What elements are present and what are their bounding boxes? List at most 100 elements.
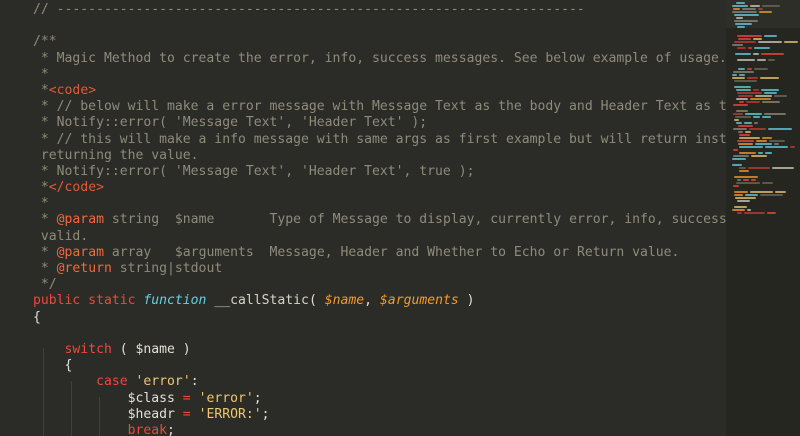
minimap-line bbox=[738, 38, 751, 40]
minimap-line bbox=[738, 125, 753, 127]
code-lines[interactable]: // -------------------------------------… bbox=[0, 2, 726, 436]
code-line[interactable] bbox=[0, 326, 726, 342]
code-line[interactable]: * Magic Method to create the error, info… bbox=[0, 51, 726, 67]
code-token: $headr bbox=[33, 406, 183, 422]
minimap-line bbox=[765, 152, 772, 154]
code-line[interactable]: $class = 'error'; bbox=[0, 391, 726, 407]
minimap-line bbox=[737, 59, 755, 61]
minimap-line bbox=[733, 155, 749, 157]
code-line[interactable]: break; bbox=[0, 423, 726, 436]
minimap-line bbox=[750, 5, 760, 7]
minimap-line bbox=[733, 185, 739, 187]
code-line[interactable]: * Notify::error( 'Message Text', 'Header… bbox=[0, 164, 726, 180]
code-token: 'ERROR:' bbox=[198, 406, 262, 422]
code-token: switch bbox=[64, 341, 112, 357]
minimap-line bbox=[734, 119, 739, 121]
minimap-line bbox=[732, 11, 757, 13]
code-token: string|stdout bbox=[111, 261, 223, 276]
code-line[interactable]: // -------------------------------------… bbox=[0, 2, 726, 18]
minimap-line bbox=[760, 77, 779, 79]
minimap-line bbox=[735, 23, 752, 25]
code-line[interactable]: * Notify::error( 'Message Text', 'Header… bbox=[0, 115, 726, 131]
minimap-line bbox=[768, 128, 792, 130]
code-line[interactable]: switch ( $name ) bbox=[0, 342, 726, 358]
minimap-line bbox=[774, 143, 779, 145]
minimap-line bbox=[739, 170, 749, 172]
minimap[interactable] bbox=[726, 0, 800, 436]
code-line[interactable]: *<code> bbox=[0, 83, 726, 99]
minimap-line bbox=[738, 131, 743, 133]
minimap-line bbox=[756, 140, 767, 142]
code-line[interactable]: * // this will make a info message with … bbox=[0, 132, 726, 148]
code-token: */ bbox=[33, 277, 57, 293]
code-line[interactable]: public static function __callStatic( $na… bbox=[0, 293, 726, 309]
minimap-line bbox=[764, 113, 786, 115]
minimap-line bbox=[754, 47, 770, 49]
minimap-line bbox=[737, 212, 742, 214]
code-token: 'error' bbox=[135, 374, 191, 390]
minimap-line bbox=[761, 89, 779, 91]
minimap-line bbox=[732, 164, 742, 166]
code-line[interactable]: /** bbox=[0, 34, 726, 50]
minimap-line bbox=[758, 41, 782, 43]
minimap-line bbox=[744, 122, 752, 124]
code-token: * Notify::error( 'Message Text', 'Header… bbox=[33, 115, 428, 131]
code-line[interactable] bbox=[0, 18, 726, 34]
code-editor[interactable]: // -------------------------------------… bbox=[0, 0, 726, 436]
code-token: = bbox=[182, 406, 191, 422]
code-line[interactable]: { bbox=[0, 358, 726, 374]
minimap-line bbox=[746, 101, 760, 103]
code-line[interactable]: { bbox=[0, 310, 726, 326]
code-line[interactable]: case 'error': bbox=[0, 374, 726, 390]
code-token: $class bbox=[33, 390, 183, 406]
minimap-line bbox=[760, 194, 783, 196]
minimap-line bbox=[755, 143, 772, 145]
minimap-line bbox=[737, 179, 741, 181]
minimap-line bbox=[745, 131, 751, 133]
minimap-line bbox=[742, 8, 756, 10]
minimap-line bbox=[749, 128, 766, 130]
code-token: case bbox=[96, 374, 128, 390]
minimap-line bbox=[734, 14, 759, 16]
minimap-line bbox=[739, 167, 746, 169]
code-token: @param bbox=[56, 244, 104, 260]
minimap-line bbox=[738, 68, 745, 70]
code-line[interactable]: *</code> bbox=[0, 180, 726, 196]
minimap-line bbox=[747, 68, 752, 70]
code-line[interactable]: * @param array $arguments Message, Heade… bbox=[0, 245, 726, 261]
minimap-line bbox=[759, 11, 772, 13]
code-token: * bbox=[33, 212, 57, 228]
code-token: ; bbox=[261, 406, 270, 422]
minimap-line bbox=[758, 152, 763, 154]
code-line[interactable]: * bbox=[0, 67, 726, 83]
minimap-line bbox=[733, 113, 743, 115]
code-line[interactable]: $headr = 'ERROR:'; bbox=[0, 407, 726, 423]
minimap-line bbox=[737, 200, 750, 202]
minimap-line bbox=[747, 209, 751, 211]
minimap-line bbox=[751, 155, 767, 157]
code-token: // -------------------------------------… bbox=[33, 2, 585, 17]
minimap-line bbox=[734, 20, 758, 22]
indent-guide bbox=[99, 397, 100, 436]
minimap-line bbox=[732, 44, 743, 46]
minimap-line bbox=[737, 35, 762, 37]
indent-guide bbox=[71, 381, 72, 436]
code-line[interactable]: valid. bbox=[0, 229, 726, 245]
code-token: string $name Type of Message to display,… bbox=[103, 212, 726, 228]
code-line[interactable]: * @param string $name Type of Message to… bbox=[0, 212, 726, 228]
code-token: * // below will make a error message wit… bbox=[40, 99, 726, 115]
code-line[interactable]: * // below will make a error message wit… bbox=[0, 99, 726, 115]
code-token: /** bbox=[33, 34, 57, 50]
minimap-line bbox=[753, 116, 760, 118]
code-token: * bbox=[33, 196, 49, 212]
code-line[interactable]: * bbox=[0, 196, 726, 212]
minimap-line bbox=[733, 128, 747, 130]
code-line[interactable]: returning the value. bbox=[0, 148, 726, 164]
code-line[interactable]: * @return string|stdout bbox=[0, 261, 726, 277]
minimap-line bbox=[762, 5, 780, 7]
code-token: @param bbox=[56, 212, 104, 228]
code-line[interactable]: */ bbox=[0, 277, 726, 293]
